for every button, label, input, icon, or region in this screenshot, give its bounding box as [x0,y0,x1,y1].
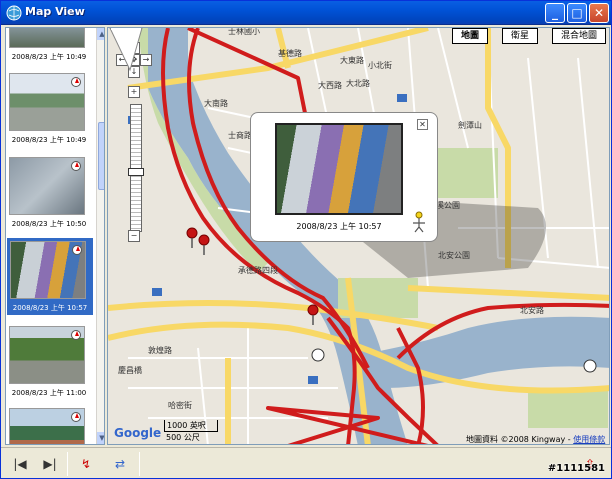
toolbar-separator [139,452,140,476]
thumbnail-caption: 2008/8/23 上午 10:57 [12,304,88,312]
zoom-in-button[interactable]: + [128,86,140,98]
globe-icon [6,5,22,21]
first-photo-button[interactable]: |◀ [9,454,31,474]
popup-tail [109,28,143,72]
svg-text:大東路: 大東路 [340,55,364,65]
svg-text:哈密街: 哈密街 [168,400,192,410]
compass-icon [72,245,82,255]
bottom-toolbar: |◀ ▶| ↯ ⇄ ⇪ [1,447,611,478]
track-tool-button[interactable]: ↯ [75,454,97,474]
thumbnail-item[interactable]: 2008/8/23 上午 10:49 [9,28,89,62]
route-tool-button[interactable]: ⇄ [109,454,131,474]
copyright-text: 地圖資料 ©2008 Kingway - [466,435,574,444]
svg-text:基德路: 基德路 [278,48,302,58]
toolbar-separator [67,452,68,476]
thumbnail-item-selected[interactable]: 2008/8/23 上午 10:57 [7,238,93,315]
svg-text:大北路: 大北路 [346,78,370,88]
thumbnail-item[interactable] [9,408,89,444]
last-photo-button[interactable]: ▶| [39,454,61,474]
thumbnail-caption: 2008/8/23 上午 10:50 [11,220,87,228]
thumbnail-item[interactable]: 2008/8/23 上午 10:49 [9,73,89,145]
street-view-pegman-icon[interactable] [411,211,427,233]
popup-photo[interactable] [275,123,403,215]
thumbnail-item[interactable]: 2008/8/23 上午 11:00 [9,326,89,398]
scrollbar-thumb[interactable] [98,122,104,190]
popup-caption: 2008/8/23 上午 10:57 [296,222,382,231]
map-type-map-button[interactable]: 地圖 [452,28,488,44]
compass-icon [71,77,81,87]
close-button[interactable]: ✕ [589,3,609,23]
compass-icon [71,412,81,422]
svg-text:大西路: 大西路 [318,80,342,90]
thumbnail-caption: 2008/8/23 上午 11:00 [11,389,87,397]
svg-text:士商路: 士商路 [228,130,252,140]
svg-text:士林國小: 士林國小 [228,28,260,36]
minimize-button[interactable]: _ [545,3,565,23]
scale-imperial: 1000 英呎 [164,420,218,432]
svg-text:大南路: 大南路 [204,98,228,108]
maximize-button[interactable]: □ [567,3,587,23]
thumbnail-image [9,157,85,215]
thumbnail-image [9,326,85,384]
photo-info-popup: 2008/8/23 上午 10:57 ✕ [250,112,438,242]
svg-text:北安公園: 北安公園 [438,250,470,260]
title-bar[interactable]: Map View _ □ ✕ [1,1,611,25]
map-type-hybrid-button[interactable]: 混合地圖 [552,28,606,44]
terms-link[interactable]: 使用條款 [573,435,605,444]
svg-text:劍潭山: 劍潭山 [458,120,482,130]
thumbnail-item[interactable]: 2008/8/23 上午 10:50 [9,157,89,229]
zoom-slider-knob[interactable] [128,168,144,176]
thumbnail-panel[interactable]: 2008/8/23 上午 10:49 2008/8/23 上午 10:49 20… [5,27,105,445]
thumbnail-image [9,73,85,131]
thumbnail-image [10,241,86,299]
map-type-satellite-button[interactable]: 衛星 [502,28,538,44]
zoom-out-button[interactable]: − [128,230,140,242]
popup-close-button[interactable]: ✕ [417,119,428,130]
svg-text:承德路四段: 承德路四段 [238,265,278,275]
svg-text:小北街: 小北街 [368,60,392,70]
svg-text:敦煌路: 敦煌路 [148,345,172,355]
scroll-up-arrow-icon[interactable]: ▲ [97,28,104,40]
map-scale: 1000 英呎 500 公尺 [164,420,218,443]
svg-text:北安路: 北安路 [520,305,544,315]
compass-icon [71,330,81,340]
thumbnail-scrollbar[interactable]: ▲ ▼ [96,28,104,444]
compass-icon [71,161,81,171]
scroll-down-arrow-icon[interactable]: ▼ [97,432,104,444]
map-view-window: Map View _ □ ✕ 2008/8/23 上午 10:49 2008/8… [0,0,612,479]
map-canvas[interactable]: 士林國小 基德路 大南路 大東路 小北街 大北路 大西路 士商路 和豐 承德路四… [107,27,610,445]
window-title: Map View [25,5,85,18]
scale-metric: 500 公尺 [166,433,200,442]
map-copyright: 地圖資料 ©2008 Kingway - 使用條款 [466,434,605,444]
watermark: #1111581 [547,463,605,474]
svg-text:慶昌橋: 慶昌橋 [118,365,142,375]
thumbnail-image [9,28,85,48]
thumbnail-caption: 2008/8/23 上午 10:49 [11,53,87,61]
thumbnail-image [9,408,85,444]
thumbnail-caption: 2008/8/23 上午 10:49 [11,136,87,144]
google-logo: Google [114,426,162,440]
